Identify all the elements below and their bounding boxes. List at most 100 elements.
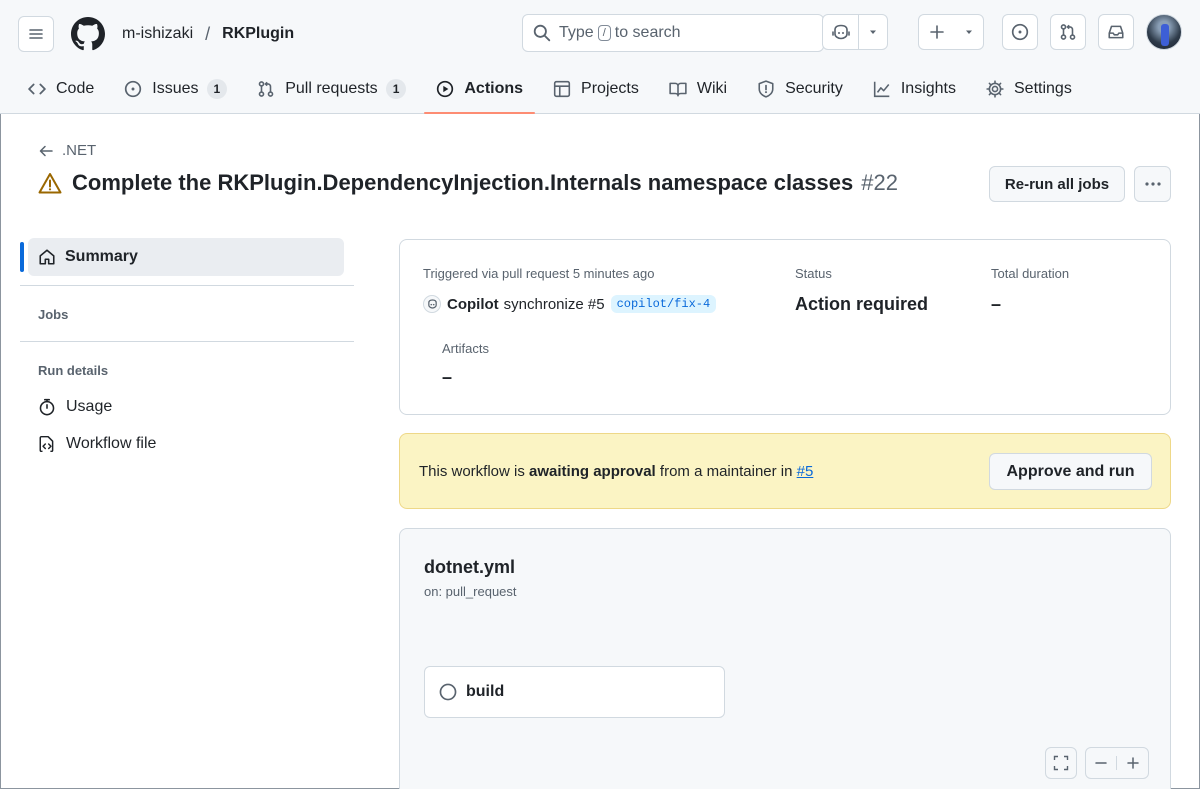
tab-label: Insights — [900, 80, 956, 97]
back-label: .NET — [62, 142, 97, 159]
tab-label: Code — [56, 80, 95, 97]
sidebar-item-summary[interactable]: Summary — [28, 238, 344, 276]
approval-text-before: This workflow is — [419, 463, 525, 480]
tab-insights[interactable]: Insights — [861, 66, 968, 112]
inbox-button[interactable] — [1098, 14, 1134, 50]
tab-security[interactable]: Security — [745, 66, 855, 112]
artifacts-label: Artifacts — [442, 341, 489, 356]
menu-button[interactable] — [18, 16, 54, 52]
code-icon — [28, 83, 46, 95]
job-name: build — [466, 683, 505, 700]
sidebar-heading-run-details: Run details — [38, 363, 109, 378]
tab-label: Security — [785, 80, 843, 97]
alert-icon — [38, 173, 62, 194]
artifacts-value: – — [442, 367, 453, 387]
plus-icon — [930, 25, 944, 39]
issue-opened-icon — [125, 80, 142, 98]
pull-request-link[interactable]: #5 — [797, 463, 814, 480]
copilot-menu-button[interactable] — [859, 15, 887, 49]
tab-projects[interactable]: Projects — [541, 66, 651, 112]
search-suffix: to search — [614, 24, 681, 41]
run-summary-card: Triggered via pull request 5 minutes ago… — [399, 239, 1171, 415]
repo-header: m-ishizaki / RKPlugin Type / to search C… — [0, 0, 1200, 114]
divider — [20, 341, 354, 342]
tab-label: Wiki — [696, 80, 728, 97]
tab-actions[interactable]: Actions — [424, 66, 535, 114]
fullscreen-button[interactable] — [1045, 747, 1077, 779]
stopwatch-icon — [39, 398, 55, 415]
duration-value: – — [991, 294, 1002, 314]
rerun-all-jobs-button[interactable]: Re-run all jobs — [989, 166, 1125, 202]
home-icon — [39, 249, 55, 265]
tab-issues[interactable]: Issues 1 — [112, 66, 239, 112]
issues-count-badge: 1 — [206, 79, 228, 99]
back-to-workflow-link[interactable]: .NET — [38, 142, 96, 159]
duration-label: Total duration — [991, 266, 1070, 281]
book-icon — [669, 82, 687, 97]
breadcrumb-owner[interactable]: m-ishizaki — [122, 25, 193, 43]
workflow-file-name: dotnet.yml — [424, 557, 516, 577]
plus-icon — [1126, 757, 1139, 769]
copilot-button[interactable] — [823, 15, 859, 49]
create-menu-button[interactable] — [955, 15, 983, 49]
search-prefix: Type — [559, 24, 594, 41]
job-build[interactable]: build — [424, 666, 725, 718]
workflow-graph-card: dotnet.yml on: pull_request build — [399, 528, 1171, 789]
run-number: #22 — [861, 170, 898, 195]
actor-name[interactable]: Copilot — [447, 296, 499, 313]
github-logo-icon[interactable] — [70, 16, 106, 52]
top-bar: m-ishizaki / RKPlugin Type / to search — [18, 14, 1182, 54]
user-avatar[interactable] — [1146, 14, 1182, 50]
triangle-down-icon — [870, 30, 876, 34]
sidebar-item-label: Summary — [65, 248, 138, 265]
tab-wiki[interactable]: Wiki — [657, 66, 739, 112]
approval-text-after: from a maintainer in — [659, 463, 793, 480]
file-code-icon — [39, 435, 54, 452]
zoom-controls — [1085, 747, 1149, 779]
copilot-icon — [831, 24, 850, 40]
tab-pull-requests[interactable]: Pull requests 1 — [245, 66, 418, 112]
workflow-trigger: on: pull_request — [424, 584, 517, 599]
sidebar-item-workflow-file[interactable]: Workflow file — [20, 425, 354, 462]
trigger-event: synchronize #5 — [503, 295, 605, 313]
triggered-label: Triggered via pull request 5 minutes ago — [423, 266, 655, 281]
graph-icon — [873, 81, 890, 98]
copilot-icon — [427, 299, 437, 309]
create-button-group — [918, 14, 984, 50]
more-options-button[interactable] — [1134, 166, 1171, 202]
sidebar-item-label: Workflow file — [66, 434, 157, 452]
branch-label[interactable]: copilot/fix-4 — [610, 295, 717, 313]
arrow-left-icon — [39, 145, 53, 156]
git-pull-request-icon — [1060, 24, 1076, 40]
tab-label: Pull requests — [285, 80, 378, 97]
zoom-in-button[interactable] — [1117, 756, 1148, 770]
create-new-button[interactable] — [919, 15, 955, 49]
tab-label: Actions — [464, 80, 524, 97]
pull-requests-count-badge: 1 — [385, 79, 407, 99]
issues-button[interactable] — [1002, 14, 1038, 50]
approval-banner: This workflow is awaiting approval from … — [399, 433, 1171, 509]
git-pull-request-icon — [258, 81, 274, 97]
zoom-out-button[interactable] — [1086, 756, 1118, 770]
copilot-button-group — [822, 14, 888, 50]
approval-message: This workflow is awaiting approval from … — [419, 463, 813, 480]
copilot-avatar — [423, 295, 441, 313]
search-shortcut-key: / — [597, 25, 611, 41]
tab-code[interactable]: Code — [16, 66, 106, 112]
tab-label: Issues — [152, 80, 199, 97]
pull-requests-button[interactable] — [1050, 14, 1086, 50]
dash-icon — [1095, 762, 1107, 764]
approve-and-run-button[interactable]: Approve and run — [989, 453, 1152, 490]
approval-text-bold: awaiting approval — [529, 463, 656, 480]
table-icon — [553, 80, 571, 98]
repo-tabs: Code Issues 1 Pull requests 1 Actions Pr… — [16, 66, 1090, 114]
breadcrumb-separator: / — [205, 23, 211, 44]
tab-settings[interactable]: Settings — [974, 66, 1084, 112]
sidebar-item-usage[interactable]: Usage — [20, 388, 354, 425]
shield-icon — [758, 80, 774, 98]
tab-label: Projects — [581, 80, 639, 97]
search-input[interactable]: Type / to search — [522, 14, 824, 52]
breadcrumb-repo[interactable]: RKPlugin — [222, 25, 294, 43]
active-indicator — [20, 242, 24, 272]
run-sidebar: Summary Jobs Run details Usage Workflow … — [20, 238, 354, 462]
